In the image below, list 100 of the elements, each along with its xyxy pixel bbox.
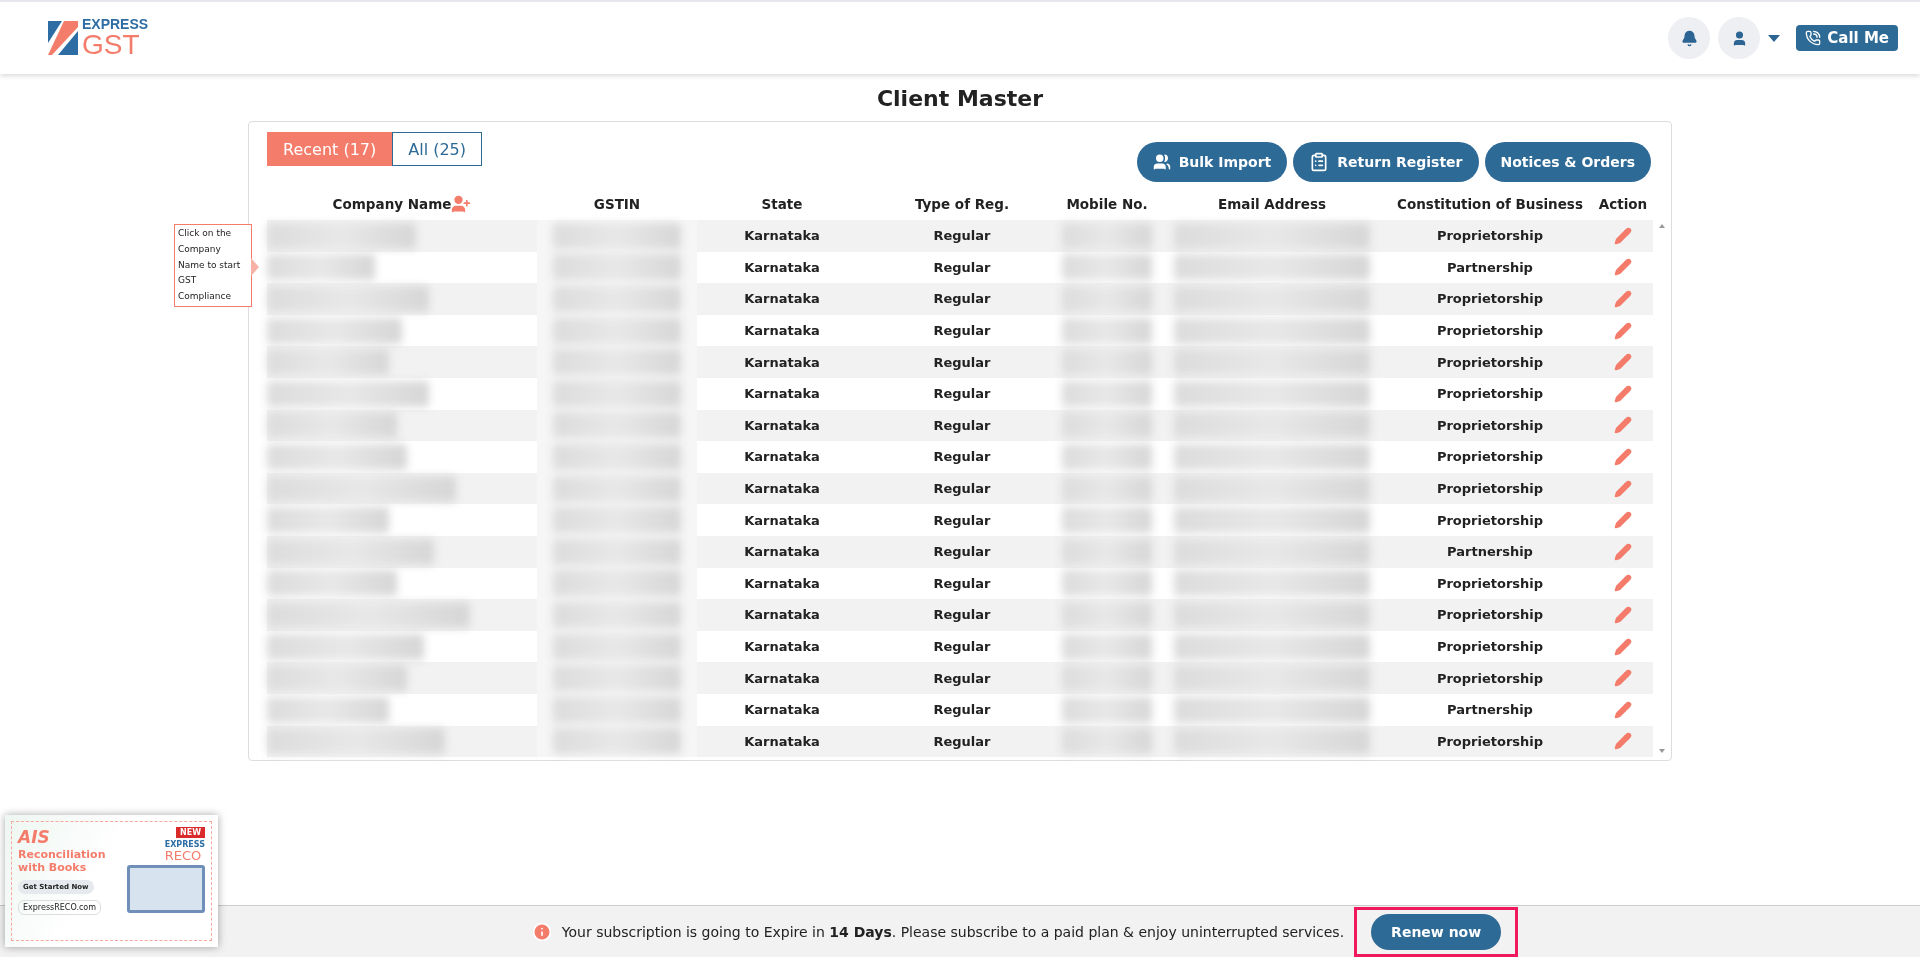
- ad-headline: Reconciliation with Books: [18, 849, 107, 875]
- table-cell: Regular: [933, 702, 991, 718]
- table-cell: Proprietorship: [1436, 291, 1544, 307]
- table-cell: Proprietorship: [1436, 512, 1544, 528]
- page-title: Client Master: [875, 86, 1045, 111]
- bell-icon: [1680, 29, 1698, 47]
- edit-icon[interactable]: [1614, 637, 1632, 656]
- table-cell: Proprietorship: [1436, 323, 1544, 339]
- table-cell: Proprietorship: [1436, 449, 1544, 465]
- table-cell: Karnataka: [744, 702, 820, 718]
- table-cell: Karnataka: [744, 481, 820, 497]
- table-cell: Regular: [933, 512, 991, 528]
- edit-icon[interactable]: [1614, 605, 1632, 624]
- logo-icon: [48, 21, 78, 55]
- add-users-icon[interactable]: [451, 194, 472, 214]
- column-header: Email Address: [1218, 196, 1326, 212]
- table-cell: Karnataka: [744, 449, 820, 465]
- edit-icon[interactable]: [1614, 447, 1632, 466]
- table-cell: Proprietorship: [1436, 670, 1544, 686]
- brand-text: EXPRESS: [164, 841, 205, 849]
- edit-icon[interactable]: [1614, 290, 1632, 308]
- table-cell: Karnataka: [744, 259, 820, 275]
- table-cell: Partnership: [1447, 702, 1533, 718]
- table-cell: Proprietorship: [1436, 228, 1544, 244]
- column-header: State: [761, 196, 803, 212]
- new-badge: NEW: [176, 827, 205, 838]
- table-cell: Karnataka: [744, 544, 820, 560]
- edit-icon[interactable]: [1614, 353, 1632, 372]
- edit-icon[interactable]: [1614, 384, 1632, 403]
- column-header: Mobile No.: [1066, 196, 1148, 212]
- renew-button[interactable]: Renew now: [1371, 913, 1502, 950]
- users-icon: [1152, 153, 1171, 171]
- edit-icon[interactable]: [1614, 511, 1632, 530]
- table-cell: Karnataka: [744, 386, 820, 402]
- edit-icon[interactable]: [1614, 669, 1632, 688]
- edit-icon[interactable]: [1614, 416, 1632, 435]
- column-header: Type of Reg.: [914, 196, 1010, 212]
- table-cell: Proprietorship: [1436, 481, 1544, 497]
- table-cell: Karnataka: [744, 639, 820, 654]
- table-cell: Karnataka: [744, 354, 820, 370]
- table-cell: Regular: [933, 291, 991, 307]
- edit-icon[interactable]: [1614, 574, 1632, 593]
- table-cell: Proprietorship: [1436, 733, 1544, 749]
- clipboard-icon: [1309, 152, 1330, 172]
- edit-icon[interactable]: [1614, 226, 1632, 245]
- column-header: Constitution of Business: [1397, 196, 1583, 212]
- table-cell: Regular: [933, 733, 991, 749]
- table-cell: Regular: [933, 481, 991, 497]
- logo-text: EXPRESS: [82, 17, 149, 31]
- notifications-button[interactable]: [1668, 17, 1711, 59]
- action-button[interactable]: Return Register: [1293, 142, 1479, 182]
- table-cell: Regular: [933, 639, 991, 654]
- table-cell: Proprietorship: [1436, 386, 1544, 402]
- table-cell: Proprietorship: [1436, 417, 1544, 433]
- caret-icon[interactable]: [1768, 34, 1781, 42]
- table-cell: Regular: [933, 544, 991, 560]
- table-cell: Karnataka: [744, 417, 820, 433]
- column-header: GSTIN: [593, 196, 641, 212]
- table-cell: Karnataka: [744, 575, 820, 591]
- edit-icon[interactable]: [1614, 479, 1632, 498]
- table-cell: Proprietorship: [1436, 639, 1544, 654]
- ad-headline: AIS: [18, 827, 51, 847]
- edit-icon[interactable]: [1614, 258, 1632, 277]
- action-button[interactable]: Notices & Orders: [1484, 142, 1651, 182]
- table-cell: Karnataka: [744, 291, 820, 307]
- table-cell: Proprietorship: [1436, 354, 1544, 370]
- table-cell: Proprietorship: [1436, 575, 1544, 591]
- table-cell: Karnataka: [744, 512, 820, 528]
- edit-icon[interactable]: [1614, 321, 1632, 340]
- table-cell: Regular: [933, 386, 991, 402]
- table-cell: Karnataka: [744, 323, 820, 339]
- brand-text: RECO: [164, 849, 202, 862]
- table-cell: Regular: [933, 228, 991, 244]
- table-cell: Regular: [933, 607, 991, 623]
- tab[interactable]: All (25): [392, 132, 482, 166]
- hint-tooltip: Click on the Company Name to start GST Compliance: [174, 224, 252, 307]
- edit-icon[interactable]: [1614, 700, 1632, 719]
- column-header: Company Name: [332, 194, 472, 214]
- ad-site: ExpressRECO.com: [18, 900, 102, 916]
- table-cell: Karnataka: [744, 733, 820, 749]
- user-button[interactable]: [1718, 17, 1761, 59]
- tooltip-pointer: [251, 258, 259, 276]
- edit-icon[interactable]: [1614, 542, 1632, 561]
- table-cell: Partnership: [1447, 259, 1533, 275]
- column-header: Action: [1598, 196, 1648, 212]
- table-cell: Regular: [933, 417, 991, 433]
- table-cell: Regular: [933, 575, 991, 591]
- call-me-button[interactable]: Call Me: [1796, 25, 1898, 51]
- table-cell: Karnataka: [744, 670, 820, 686]
- table-cell: Regular: [933, 354, 991, 370]
- info-icon: [531, 921, 552, 942]
- edit-icon[interactable]: [1614, 732, 1632, 751]
- table-cell: Regular: [933, 449, 991, 465]
- subscription-message: Your subscription is going to Expire in 14 Days. Please subscribe to a paid plan & enjoy uninterrupted services.: [561, 923, 1345, 940]
- action-button[interactable]: Bulk Import: [1136, 142, 1288, 182]
- table-cell: Regular: [933, 670, 991, 686]
- logo-text: GST: [82, 31, 141, 59]
- table-cell: Karnataka: [744, 607, 820, 623]
- table-cell: Regular: [933, 323, 991, 339]
- table-cell: Karnataka: [744, 228, 820, 244]
